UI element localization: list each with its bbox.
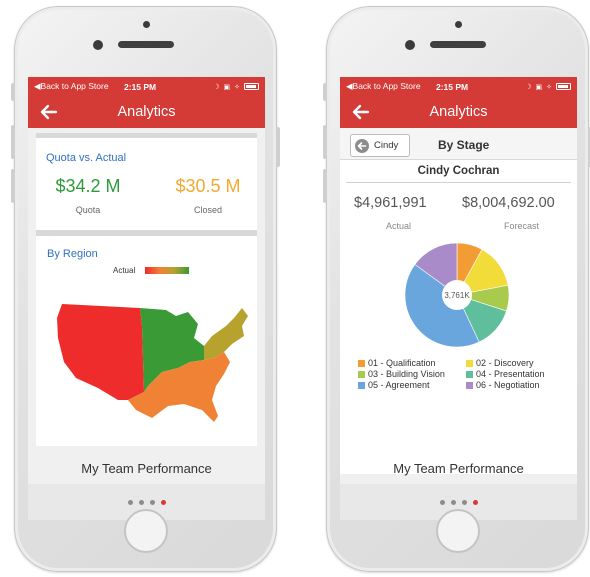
legend-item[interactable]: 05 - Agreement bbox=[358, 380, 430, 390]
quota-section-title: Quota vs. Actual bbox=[46, 152, 127, 164]
quota-value: $34.2 M bbox=[55, 176, 121, 196]
legend-item[interactable]: 01 - Qualification bbox=[358, 358, 436, 368]
page-dot[interactable] bbox=[450, 499, 456, 505]
page-dot[interactable] bbox=[461, 499, 467, 505]
front-camera-icon bbox=[93, 40, 103, 50]
bluetooth-icon: ✧ bbox=[234, 83, 240, 91]
nav-bar: Analytics bbox=[28, 96, 265, 128]
region-section-title: By Region bbox=[47, 248, 98, 260]
legend-swatch bbox=[358, 359, 365, 367]
earpiece-speaker bbox=[117, 41, 174, 48]
nav-bar: Analytics bbox=[340, 96, 577, 128]
us-region-map[interactable] bbox=[48, 296, 250, 426]
stage-section-title: By Stage bbox=[438, 138, 490, 152]
region-northeast bbox=[204, 308, 248, 360]
volume-up-button bbox=[11, 125, 15, 159]
mute-switch bbox=[11, 83, 15, 101]
quota-card[interactable]: Quota vs. Actual $34.2 M Quota $30.5 M C… bbox=[36, 138, 257, 230]
page-dot-active[interactable] bbox=[472, 499, 478, 505]
legend-label: 06 - Negotiation bbox=[476, 380, 540, 390]
right-screen: ◀Back to App Store 2:15 PM ☽ ▣ ✧ Analyti… bbox=[340, 77, 577, 520]
screenshot-stage: ◀Back to App Store 2:15 PM ☽ ▣ ✧ Analyti… bbox=[0, 0, 590, 577]
volume-down-button bbox=[11, 169, 15, 203]
status-time: 2:15 PM bbox=[436, 81, 469, 92]
legend-swatch bbox=[466, 370, 473, 378]
legend-item[interactable]: 04 - Presentation bbox=[466, 369, 545, 379]
earpiece-speaker bbox=[429, 41, 486, 48]
region-west bbox=[57, 304, 144, 400]
stage-donut-chart[interactable]: 3,761K bbox=[402, 240, 512, 350]
dashboard-content: Quota vs. Actual $34.2 M Quota $30.5 M C… bbox=[28, 128, 265, 474]
actual-label: Actual bbox=[386, 221, 412, 231]
page-title: Analytics bbox=[117, 104, 176, 120]
power-button bbox=[276, 127, 280, 167]
quota-label: Quota bbox=[75, 205, 101, 215]
legend-label: 03 - Building Vision bbox=[368, 369, 445, 379]
page-dot[interactable] bbox=[439, 499, 445, 505]
person-name: Cindy Cochran bbox=[417, 165, 500, 177]
legend-label: 01 - Qualification bbox=[368, 358, 436, 368]
back-to-app-store-link[interactable]: ◀Back to App Store bbox=[346, 81, 421, 92]
left-phone: ◀Back to App Store 2:15 PM ☽ ▣ ✧ Analyti… bbox=[11, 6, 280, 572]
donut-center-label: 3,761K bbox=[444, 291, 470, 300]
name-divider bbox=[346, 182, 571, 183]
legend-swatch bbox=[358, 370, 365, 378]
status-bar: ◀Back to App Store 2:15 PM ☽ ▣ ✧ bbox=[340, 77, 577, 96]
volume-up-button bbox=[323, 125, 327, 159]
proximity-sensor bbox=[454, 21, 462, 28]
back-arrow-icon[interactable] bbox=[350, 101, 372, 123]
system-icons: ☽ ▣ ✧ bbox=[213, 83, 259, 91]
moon-icon: ☽ bbox=[213, 83, 220, 91]
legend-swatch bbox=[358, 381, 365, 389]
mute-switch bbox=[323, 83, 327, 101]
status-bar: ◀Back to App Store 2:15 PM ☽ ▣ ✧ bbox=[28, 77, 265, 96]
page-dot[interactable] bbox=[149, 499, 155, 505]
region-legend-label: Actual bbox=[113, 266, 136, 275]
system-icons: ☽ ▣ ✧ bbox=[525, 83, 571, 91]
page-dot[interactable] bbox=[138, 499, 144, 505]
home-button[interactable] bbox=[435, 509, 480, 553]
footer-title: My Team Performance bbox=[393, 461, 524, 476]
battery-icon bbox=[244, 83, 259, 90]
battery-icon bbox=[556, 83, 571, 90]
legend-label: 02 - Discovery bbox=[476, 358, 534, 368]
legend-item[interactable]: 03 - Building Vision bbox=[358, 369, 445, 379]
moon-icon: ☽ bbox=[525, 83, 532, 91]
status-time: 2:15 PM bbox=[124, 81, 157, 92]
page-dot-active[interactable] bbox=[160, 499, 166, 505]
legend-swatch bbox=[466, 381, 473, 389]
proximity-sensor bbox=[142, 21, 150, 28]
forecast-label: Forecast bbox=[504, 221, 540, 231]
right-phone: ◀Back to App Store 2:15 PM ☽ ▣ ✧ Analyti… bbox=[323, 6, 590, 572]
cast-icon: ▣ bbox=[223, 83, 231, 91]
bluetooth-icon: ✧ bbox=[546, 83, 552, 91]
legend-item[interactable]: 06 - Negotiation bbox=[466, 380, 540, 390]
circle-back-arrow-icon bbox=[355, 138, 369, 153]
left-screen: ◀Back to App Store 2:15 PM ☽ ▣ ✧ Analyti… bbox=[28, 77, 265, 520]
footer-title: My Team Performance bbox=[81, 461, 212, 476]
stage-content: Cindy By Stage Cindy Cochran $4,961,991 … bbox=[340, 128, 577, 474]
legend-item[interactable]: 02 - Discovery bbox=[466, 358, 534, 368]
back-to-app-store-link[interactable]: ◀Back to App Store bbox=[34, 81, 109, 92]
cindy-back-label: Cindy bbox=[374, 140, 399, 151]
back-arrow-icon[interactable] bbox=[38, 101, 60, 123]
region-card[interactable]: By Region Actual bbox=[36, 236, 257, 446]
cindy-back-button[interactable]: Cindy bbox=[350, 134, 410, 157]
region-legend-gradient bbox=[145, 267, 189, 274]
page-title: Analytics bbox=[429, 104, 488, 120]
closed-value: $30.5 M bbox=[175, 176, 241, 196]
home-button[interactable] bbox=[123, 509, 168, 553]
volume-down-button bbox=[323, 169, 327, 203]
forecast-value: $8,004,692.00 bbox=[462, 195, 555, 211]
actual-value: $4,961,991 bbox=[354, 195, 427, 211]
page-dot[interactable] bbox=[127, 499, 133, 505]
legend-label: 04 - Presentation bbox=[476, 369, 545, 379]
legend-label: 05 - Agreement bbox=[368, 380, 430, 390]
front-camera-icon bbox=[405, 40, 415, 50]
legend-swatch bbox=[466, 359, 473, 367]
cast-icon: ▣ bbox=[535, 83, 543, 91]
closed-label: Closed bbox=[193, 205, 222, 215]
